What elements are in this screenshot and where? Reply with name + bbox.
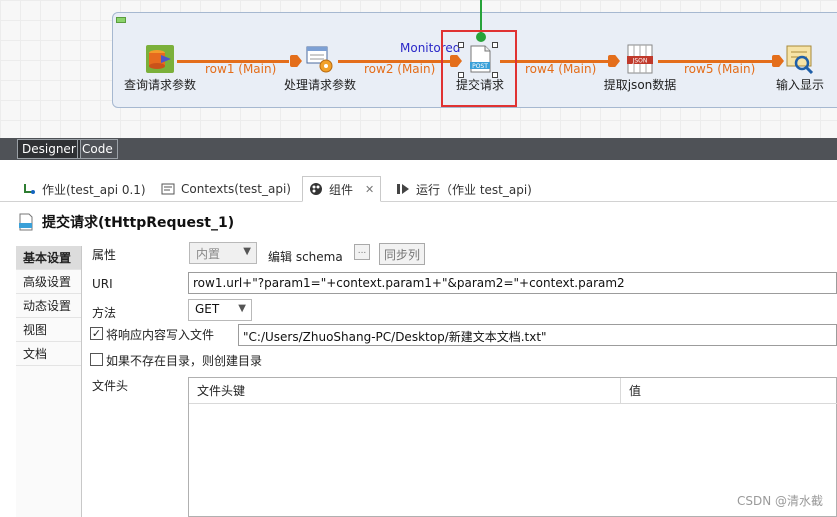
- tab-code[interactable]: Code: [77, 139, 118, 159]
- component-header: 提交请求(tHttpRequest_1): [18, 210, 234, 234]
- editor-tab-bar: [0, 138, 837, 160]
- component-query-params[interactable]: 查询请求参数: [124, 44, 196, 92]
- uri-input[interactable]: row1.url+"?param1="+context.param1+"&par…: [188, 272, 837, 294]
- edit-schema-label: 编辑 schema: [268, 250, 343, 264]
- connection-row2-label[interactable]: row2 (Main): [364, 62, 435, 76]
- headers-label: 文件头: [92, 379, 129, 393]
- component-palette-icon: [310, 183, 322, 195]
- contexts-icon: [161, 183, 175, 195]
- sync-columns-button[interactable]: 同步列: [379, 243, 426, 265]
- watermark: CSDN @清水截: [736, 494, 823, 508]
- nav-view[interactable]: 视图: [16, 318, 81, 342]
- node-label: 输入显示: [775, 78, 825, 92]
- headers-column-value[interactable]: 值: [621, 378, 837, 404]
- job-icon: [24, 184, 35, 194]
- component-input-display[interactable]: 输入显示: [776, 44, 824, 92]
- nav-documentation[interactable]: 文档: [16, 342, 81, 366]
- map-gear-icon: [306, 46, 333, 73]
- selection-highlight: [441, 30, 517, 107]
- chevron-down-icon: ▼: [243, 246, 251, 257]
- node-label: 查询请求参数: [123, 78, 197, 92]
- property-label: 属性: [92, 248, 117, 262]
- settings-nav: 基本设置 高级设置 动态设置 视图 文档: [16, 246, 82, 517]
- close-icon[interactable]: ✕: [365, 183, 374, 196]
- post-document-icon: [19, 213, 33, 231]
- create-dir-checkbox[interactable]: [90, 353, 103, 366]
- edit-schema-button[interactable]: ...: [354, 244, 370, 260]
- tab-run[interactable]: 运行（作业 test_api): [390, 176, 538, 202]
- tab-contexts[interactable]: Contexts(test_api): [155, 176, 297, 202]
- write-response-checkbox[interactable]: ✓: [90, 327, 103, 340]
- database-input-icon: [146, 45, 174, 73]
- nav-basic-settings[interactable]: 基本设置: [16, 246, 81, 270]
- subjob-collapse-toggle[interactable]: [116, 17, 126, 23]
- tab-designer[interactable]: Designer: [17, 139, 81, 159]
- response-file-path-input[interactable]: "C:/Users/ZhuoShang-PC/Desktop/新建文本文档.tx…: [238, 324, 837, 346]
- view-tab-bar: 作业(test_api 0.1) Contexts(test_api) 组件 ✕…: [0, 173, 837, 202]
- create-dir-label: 如果不存在目录，则创建目录: [106, 354, 263, 368]
- headers-column-key[interactable]: 文件头键: [189, 378, 621, 404]
- method-select[interactable]: GET ▼: [188, 299, 252, 321]
- nav-dynamic-settings[interactable]: 动态设置: [16, 294, 81, 318]
- tab-label: Contexts(test_api): [181, 182, 291, 196]
- property-type-value: 内置: [196, 247, 221, 261]
- connection-row5-label[interactable]: row5 (Main): [684, 62, 755, 76]
- log-display-icon: [786, 45, 814, 74]
- component-title: 提交请求(tHttpRequest_1): [42, 215, 235, 231]
- nav-advanced-settings[interactable]: 高级设置: [16, 270, 81, 294]
- connection-row1-label[interactable]: row1 (Main): [205, 62, 276, 76]
- node-label: 提取json数据: [603, 78, 677, 92]
- method-label: 方法: [92, 306, 117, 320]
- tab-label: 作业(test_api 0.1): [42, 182, 146, 197]
- svg-text:JSON: JSON: [632, 58, 648, 65]
- component-extract-json[interactable]: JSON 提取json数据: [604, 44, 676, 92]
- run-icon: [397, 184, 409, 194]
- uri-label: URI: [92, 277, 113, 291]
- tab-component[interactable]: 组件 ✕: [302, 176, 382, 202]
- write-response-label: 将响应内容写入文件: [106, 328, 215, 342]
- method-value: GET: [195, 302, 220, 316]
- chevron-down-icon: ▼: [238, 303, 246, 314]
- connection-row4-label[interactable]: row4 (Main): [525, 62, 596, 76]
- component-process-params[interactable]: 处理请求参数: [284, 44, 356, 92]
- json-extract-icon: JSON: [627, 44, 653, 74]
- tab-label: 组件: [329, 182, 354, 197]
- node-label: 处理请求参数: [283, 78, 357, 92]
- property-type-select[interactable]: 内置 ▼: [189, 242, 257, 264]
- job-design-canvas[interactable]: row1 (Main) row2 (Main) row4 (Main) row5…: [0, 0, 837, 138]
- tab-job[interactable]: 作业(test_api 0.1): [16, 176, 152, 202]
- tab-label: 运行（作业 test_api): [416, 182, 532, 197]
